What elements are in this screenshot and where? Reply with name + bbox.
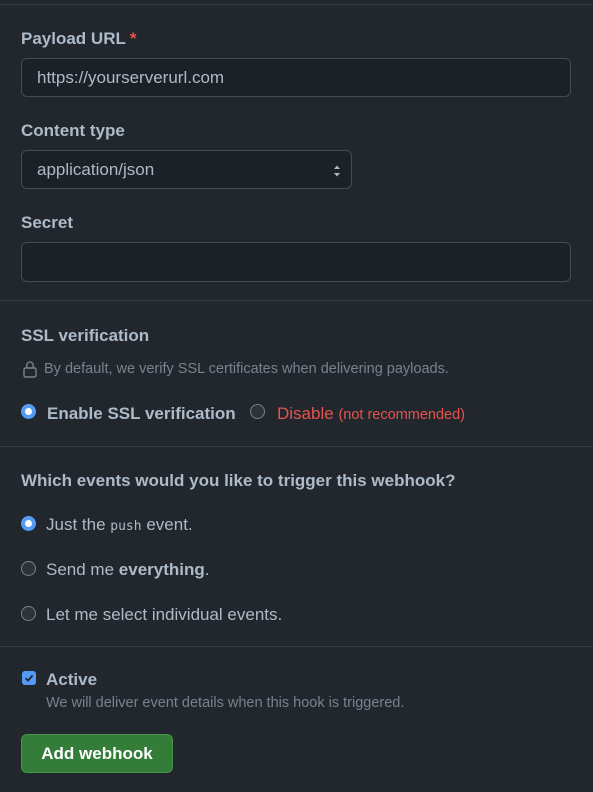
secret-label: Secret xyxy=(21,213,73,232)
ssl-disable-text: Disable xyxy=(277,404,334,423)
event-everything-label[interactable]: Send me everything. xyxy=(46,560,210,580)
event-push-label[interactable]: Just the push event. xyxy=(46,515,193,535)
ssl-enable-label[interactable]: Enable SSL verification xyxy=(47,404,236,424)
divider xyxy=(0,646,593,647)
event-push-suffix: event. xyxy=(146,515,193,534)
ssl-title: SSL verification xyxy=(21,326,150,345)
select-chevron-icon xyxy=(334,165,340,177)
divider xyxy=(0,300,593,301)
ssl-enable-radio[interactable] xyxy=(21,404,36,419)
divider xyxy=(0,446,593,447)
ssl-disable-radio[interactable] xyxy=(250,404,265,419)
active-label[interactable]: Active xyxy=(46,670,97,690)
ssl-note: By default, we verify SSL certificates w… xyxy=(22,360,449,378)
required-mark: * xyxy=(129,29,137,48)
lock-icon xyxy=(23,361,37,378)
payload-url-input[interactable] xyxy=(21,58,571,97)
ssl-note-text: By default, we verify SSL certificates w… xyxy=(44,361,449,377)
payload-url-label: Payload URL * xyxy=(21,29,137,48)
event-select-radio[interactable] xyxy=(21,606,36,621)
top-divider xyxy=(0,4,593,5)
content-type-select[interactable]: application/json xyxy=(21,150,352,189)
content-type-value: application/json xyxy=(37,159,155,179)
event-select-label[interactable]: Let me select individual events. xyxy=(46,605,282,625)
event-push-prefix: Just the xyxy=(46,515,106,534)
event-push-radio[interactable] xyxy=(21,516,36,531)
active-description: We will deliver event details when this … xyxy=(46,695,405,711)
event-everything-radio[interactable] xyxy=(21,561,36,576)
events-title: Which events would you like to trigger t… xyxy=(21,471,456,490)
checkmark-icon xyxy=(24,674,34,682)
add-webhook-label: Add webhook xyxy=(41,743,153,763)
event-everything-prefix: Send me xyxy=(46,560,115,579)
event-everything-bold: everything xyxy=(118,560,205,579)
ssl-disable-label[interactable]: Disable (not recommended) xyxy=(277,404,465,424)
secret-input[interactable] xyxy=(21,242,571,282)
add-webhook-button[interactable]: Add webhook xyxy=(21,734,173,773)
ssl-disable-note: (not recommended) xyxy=(338,407,465,423)
event-push-code: push xyxy=(110,519,142,534)
active-checkbox[interactable] xyxy=(22,671,36,685)
content-type-label: Content type xyxy=(21,121,125,140)
event-everything-suffix: . xyxy=(204,560,210,579)
